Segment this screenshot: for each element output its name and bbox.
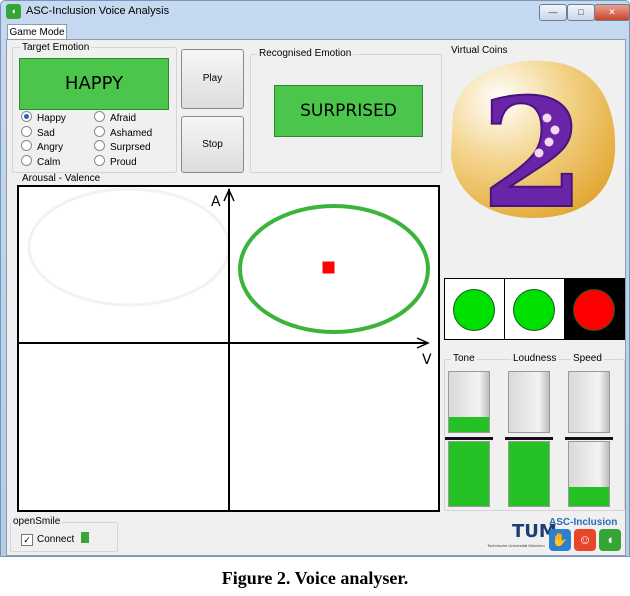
meter-label: Loudness xyxy=(511,353,559,364)
connection-flag-icon xyxy=(81,532,90,543)
sound-wave-icon: ◖ xyxy=(6,4,21,19)
radio-circle[interactable] xyxy=(21,111,32,122)
tum-subtitle: Technische Universität München xyxy=(487,543,545,548)
close-button[interactable]: ✕ xyxy=(594,4,630,21)
minimize-button[interactable]: — xyxy=(539,4,567,21)
meter-current-tone xyxy=(448,371,490,433)
maximize-button[interactable]: □ xyxy=(567,4,595,21)
radio-emotion-option[interactable]: Angry xyxy=(21,140,63,153)
meter-current-loudness xyxy=(508,371,550,433)
traffic-light-3-icon xyxy=(573,289,615,331)
play-button[interactable]: Play xyxy=(181,49,244,109)
meter-separator xyxy=(445,437,493,440)
traffic-light-1-icon xyxy=(453,289,495,331)
meter-target-loudness xyxy=(508,441,550,507)
radio-emotion-option[interactable]: Sad xyxy=(21,126,55,139)
game-mode-panel: Target Emotion HAPPY Happy Sad Angry Calm Af… xyxy=(6,39,626,556)
coin-count: 2 xyxy=(481,66,585,221)
voice-icon: ◖ xyxy=(599,529,621,551)
coin-dot-2 xyxy=(550,125,560,135)
radio-emotion-option[interactable]: Ashamed xyxy=(94,126,152,139)
valence-axis-label: V xyxy=(422,352,432,368)
radio-circle[interactable] xyxy=(21,140,32,151)
arousal-axis-label: A xyxy=(211,194,221,210)
meter-target-fill xyxy=(449,442,489,506)
radio-emotion-option[interactable]: Happy xyxy=(21,111,66,124)
stop-button[interactable]: Stop xyxy=(181,116,244,173)
asc-logo-text: ASC-Inclusion xyxy=(549,517,618,528)
coin-dot-1 xyxy=(542,113,552,123)
traffic-lights-panel xyxy=(444,278,625,340)
radio-emotion-option[interactable]: Surprsed xyxy=(94,140,151,153)
radio-emotion-option[interactable]: Afraid xyxy=(94,111,136,124)
radio-circle[interactable] xyxy=(94,140,105,151)
virtual-coins-label: Virtual Coins xyxy=(449,45,510,56)
meter-label: Speed xyxy=(571,353,604,364)
radio-circle[interactable] xyxy=(94,111,105,122)
meter-current-speed xyxy=(568,371,610,433)
radio-circle[interactable] xyxy=(21,126,32,137)
target-emotion-display: HAPPY xyxy=(19,58,169,110)
arousal-valence-label: Arousal - Valence xyxy=(20,173,103,184)
meter-target-tone xyxy=(448,441,490,507)
traffic-light-cell xyxy=(505,279,565,339)
virtual-coins-badge: 2 xyxy=(451,60,616,221)
traffic-light-cell xyxy=(445,279,505,339)
faint-ellipse xyxy=(27,187,231,307)
connect-checkbox[interactable]: ✓ xyxy=(21,534,33,546)
radio-circle[interactable] xyxy=(94,126,105,137)
radio-label: Surprsed xyxy=(110,142,151,153)
meter-separator xyxy=(565,437,613,440)
radio-label: Angry xyxy=(37,142,64,153)
traffic-light-cell xyxy=(565,279,624,339)
radio-label: Afraid xyxy=(110,113,137,124)
meter-separator xyxy=(505,437,553,440)
current-emotion-point xyxy=(322,261,335,274)
title-bar[interactable]: ◖ ASC-Inclusion Voice Analysis — □ ✕ xyxy=(1,1,630,23)
traffic-light-2-icon xyxy=(513,289,555,331)
smiley-icon: ☺ xyxy=(574,529,596,551)
connect-control[interactable]: ✓ Connect xyxy=(21,532,90,546)
radio-label: Proud xyxy=(110,157,137,168)
meter-label: Tone xyxy=(451,353,477,364)
hand-icon: ✋ xyxy=(549,529,571,551)
radio-circle[interactable] xyxy=(94,155,105,166)
tab-game-mode[interactable]: Game Mode xyxy=(7,24,67,40)
window-title: ASC-Inclusion Voice Analysis xyxy=(26,5,170,17)
radio-emotion-option[interactable]: Proud xyxy=(94,155,137,168)
radio-label: Sad xyxy=(37,128,55,139)
recognised-emotion-label: Recognised Emotion xyxy=(257,48,354,59)
coin-dot-3 xyxy=(544,137,554,147)
meter-current-fill xyxy=(449,417,489,432)
radio-label: Ashamed xyxy=(110,128,153,139)
radio-label: Calm xyxy=(37,157,61,168)
meter-target-speed xyxy=(568,441,610,507)
recognised-emotion-display: SURPRISED xyxy=(274,85,423,137)
coin-dot-4 xyxy=(534,148,544,158)
meter-target-fill xyxy=(569,486,609,506)
meter-target-fill xyxy=(509,442,549,506)
opensmile-label: openSmile xyxy=(11,516,63,527)
target-emotion-label: Target Emotion xyxy=(20,42,92,53)
arousal-valence-plot: A V xyxy=(17,185,440,512)
figure-caption: Figure 2. Voice analyser. xyxy=(221,568,409,588)
radio-circle[interactable] xyxy=(21,155,32,166)
radio-emotion-option[interactable]: Calm xyxy=(21,155,60,168)
radio-label: Happy xyxy=(37,113,66,124)
connect-label: Connect xyxy=(37,534,75,545)
arousal-valence-canvas: A V xyxy=(19,187,432,510)
app-window: ◖ ASC-Inclusion Voice Analysis — □ ✕ Gam… xyxy=(0,0,630,557)
